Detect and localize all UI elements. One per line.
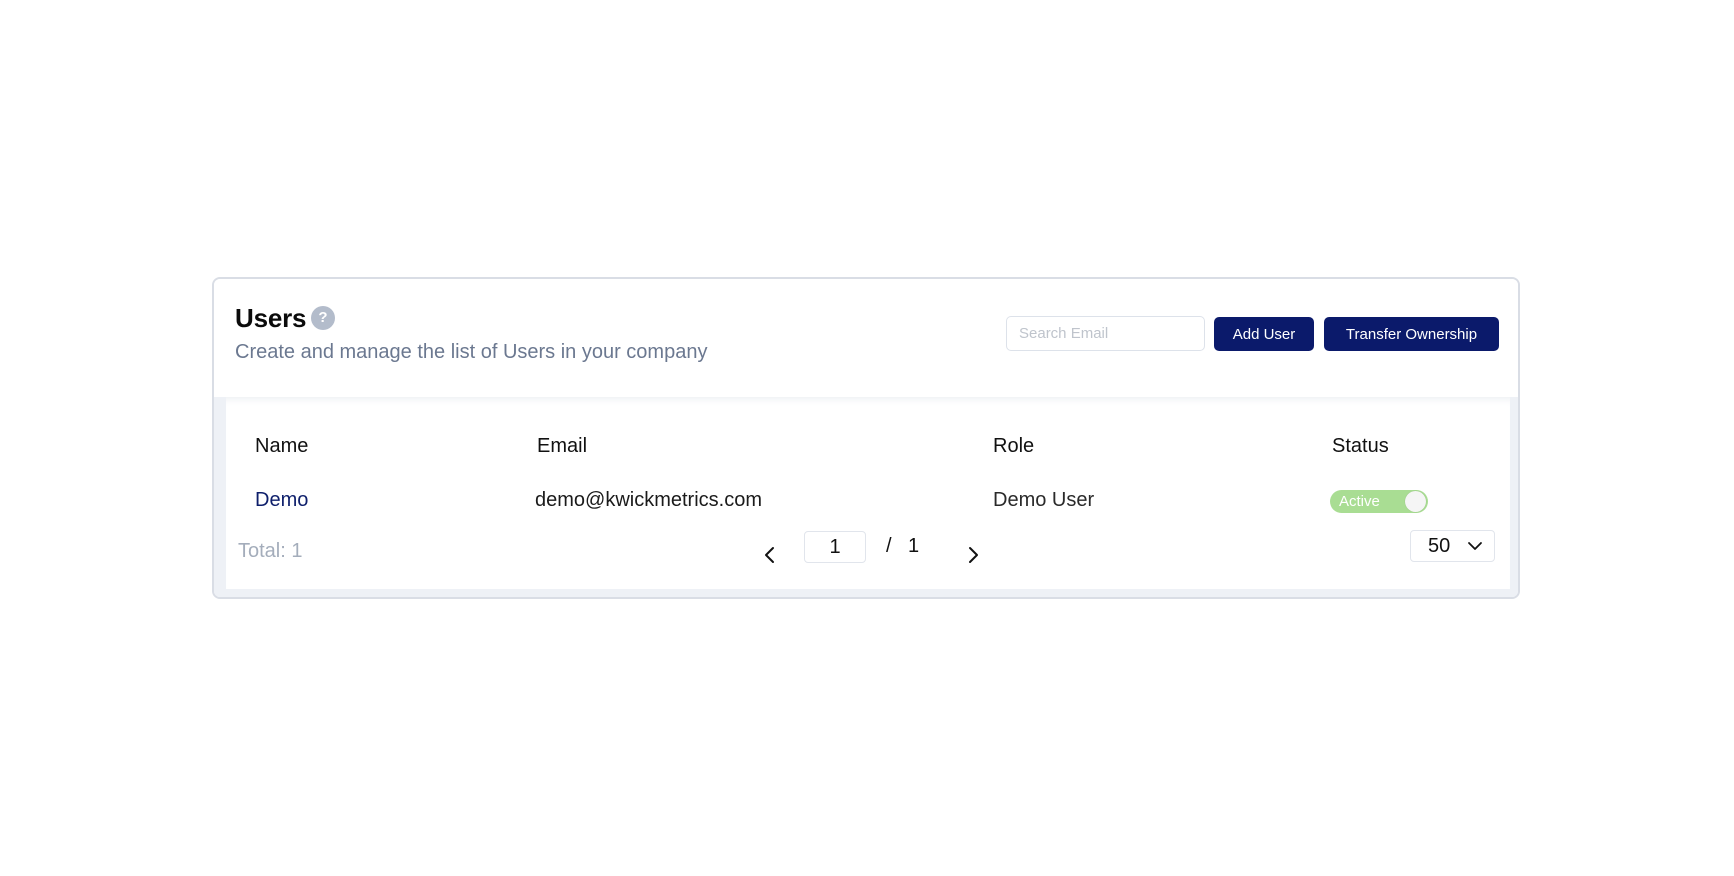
column-header-status[interactable]: Status xyxy=(1332,435,1389,458)
per-page-select[interactable]: 50 xyxy=(1410,530,1495,562)
page-subtitle: Create and manage the list of Users in y… xyxy=(235,341,708,363)
chevron-right-icon[interactable] xyxy=(963,544,983,566)
column-header-role[interactable]: Role xyxy=(993,435,1034,458)
total-pages: 1 xyxy=(908,535,920,557)
per-page-value: 50 xyxy=(1428,535,1451,557)
add-user-button[interactable]: Add User xyxy=(1214,317,1314,351)
users-table: Name Email Role Status Demo demo@kwickme… xyxy=(226,397,1510,589)
users-card: Users ? Create and manage the list of Us… xyxy=(212,277,1520,599)
column-header-email[interactable]: Email xyxy=(537,435,587,458)
user-name-link[interactable]: Demo xyxy=(255,489,308,512)
transfer-ownership-button[interactable]: Transfer Ownership xyxy=(1324,317,1499,351)
help-icon[interactable]: ? xyxy=(311,306,335,330)
chevron-down-icon xyxy=(1467,539,1483,553)
column-header-name[interactable]: Name xyxy=(255,435,308,458)
status-toggle-label: Active xyxy=(1339,493,1380,510)
toggle-knob xyxy=(1405,491,1426,512)
total-count: Total: 1 xyxy=(238,540,303,562)
card-header: Users ? Create and manage the list of Us… xyxy=(214,279,1518,397)
search-email-input[interactable] xyxy=(1006,316,1205,351)
table-frame: Name Email Role Status Demo demo@kwickme… xyxy=(214,397,1518,597)
chevron-left-icon[interactable] xyxy=(760,544,780,566)
page-separator: / xyxy=(886,535,892,557)
page-title: Users xyxy=(235,303,307,333)
status-toggle[interactable]: Active xyxy=(1330,490,1428,513)
page-number-input[interactable] xyxy=(804,531,866,563)
user-role: Demo User xyxy=(993,489,1095,511)
user-email: demo@kwickmetrics.com xyxy=(535,489,763,511)
